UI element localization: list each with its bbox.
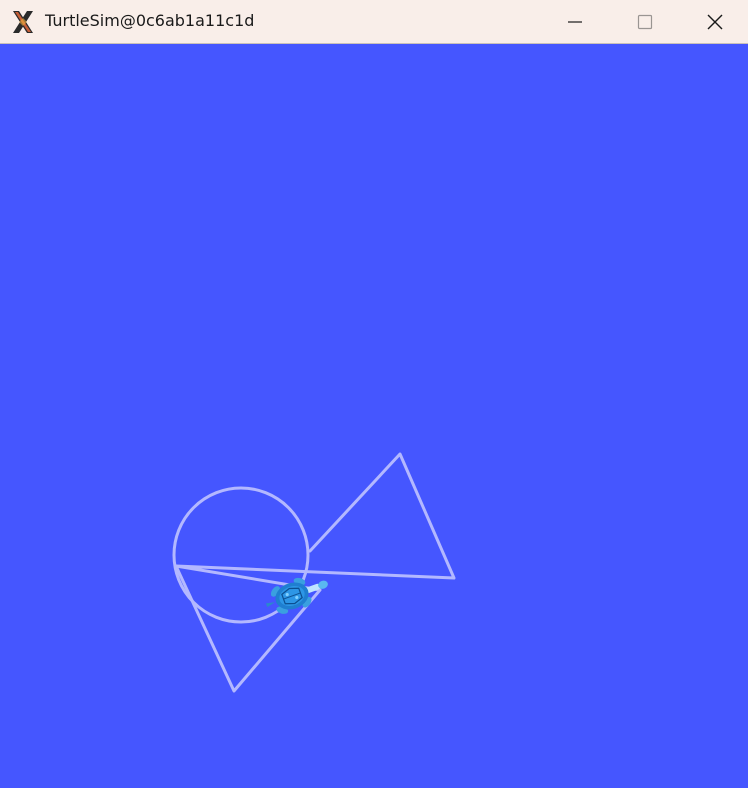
minimize-icon <box>568 21 582 23</box>
close-icon <box>707 14 723 30</box>
minimize-button[interactable] <box>540 0 610 44</box>
pen-trail <box>172 452 456 693</box>
x-server-icon <box>10 9 36 35</box>
maximize-icon <box>637 14 653 30</box>
close-button[interactable] <box>680 0 748 44</box>
window-title: TurtleSim@0c6ab1a11c1d <box>45 11 255 30</box>
title-bar[interactable]: TurtleSim@0c6ab1a11c1d <box>0 0 748 44</box>
turtlesim-window: TurtleSim@0c6ab1a11c1d <box>0 0 748 788</box>
maximize-button[interactable] <box>610 0 680 44</box>
turtle-canvas <box>0 45 748 788</box>
trail-lines <box>174 452 456 693</box>
